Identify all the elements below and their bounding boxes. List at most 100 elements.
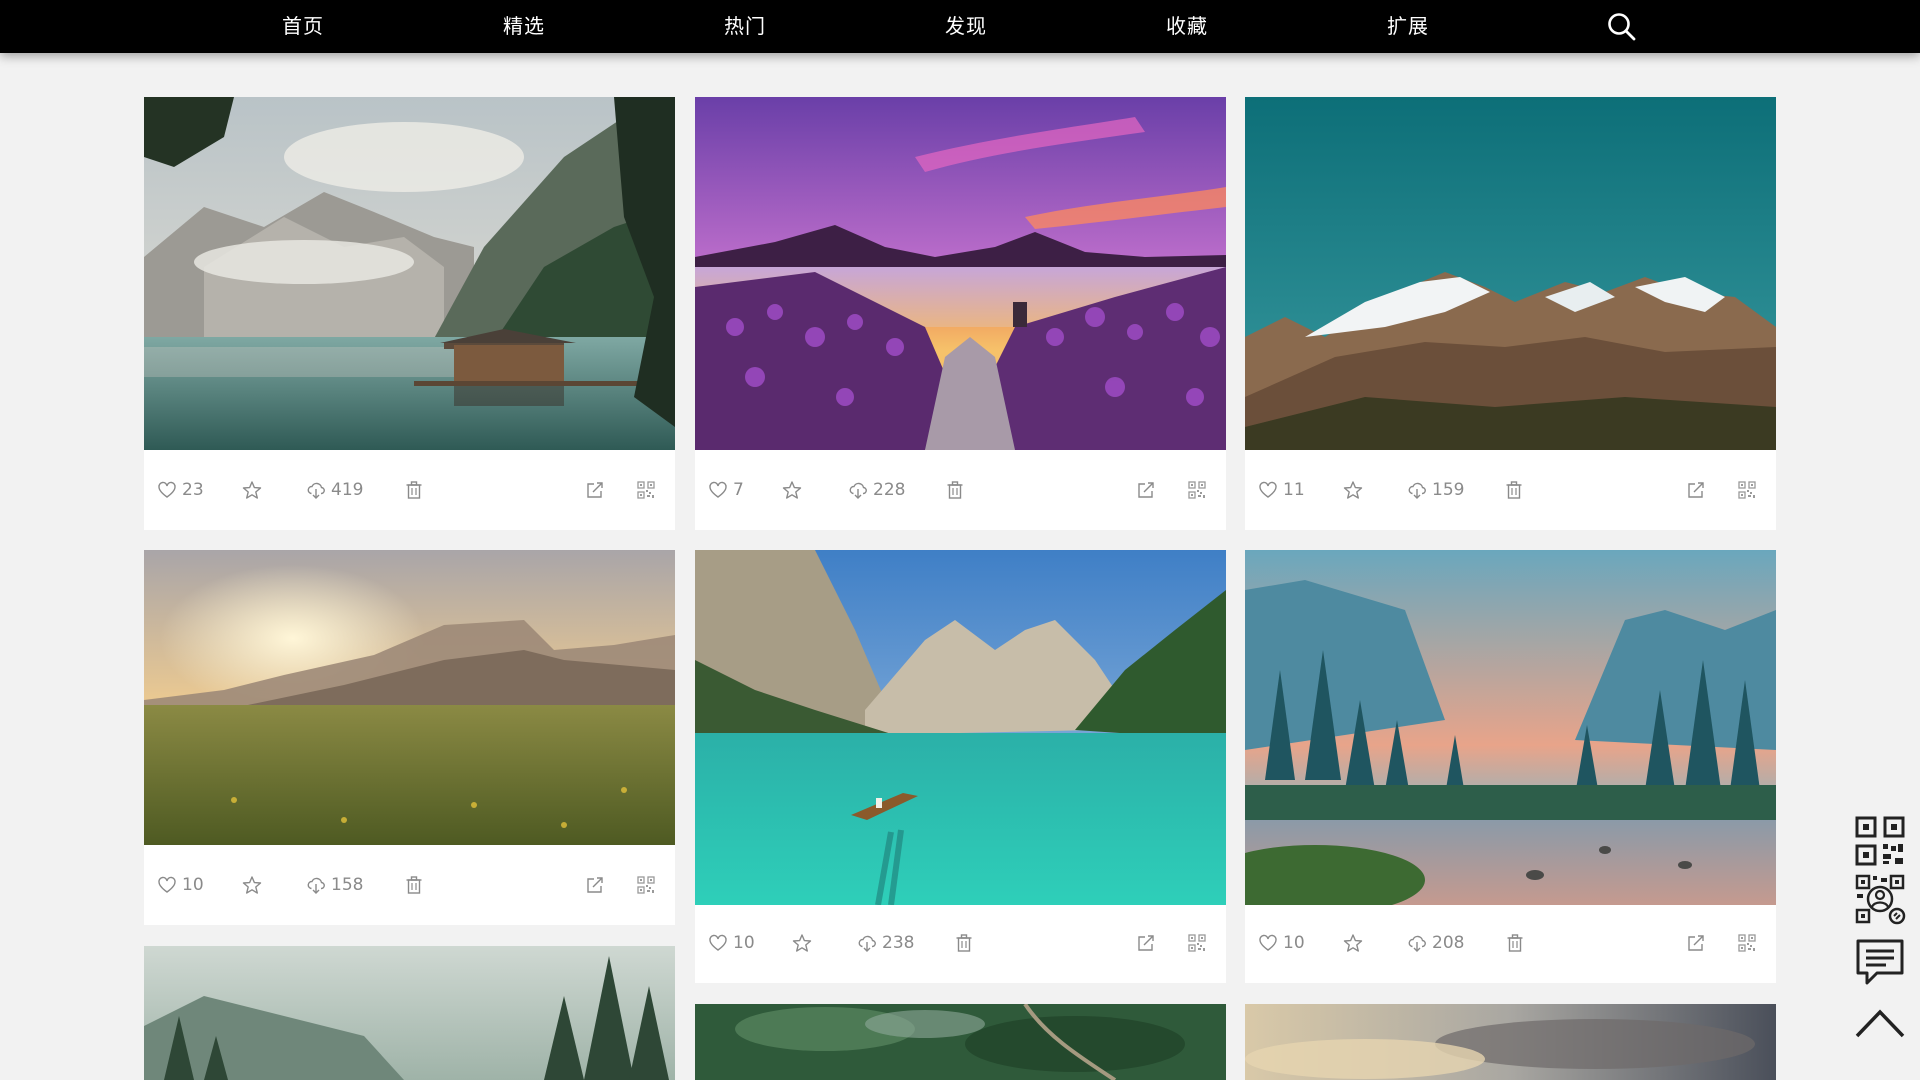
share-button[interactable] (585, 874, 605, 896)
qrcode-icon (1188, 934, 1206, 952)
share-button[interactable] (1686, 479, 1706, 501)
qrcode-icon (1738, 934, 1756, 952)
like-button[interactable]: 10 (708, 932, 755, 954)
like-count: 10 (182, 875, 204, 895)
share-button[interactable] (1136, 932, 1156, 954)
card-actions: 23 419 (144, 450, 675, 530)
card-actions: 7 228 (695, 450, 1226, 530)
qrcode-icon (637, 876, 655, 894)
star-icon (782, 481, 802, 499)
like-count: 10 (1283, 933, 1305, 953)
qrcode-button[interactable] (636, 479, 656, 501)
star-icon (1343, 934, 1363, 952)
download-count: 419 (331, 480, 364, 500)
share-icon (1688, 935, 1704, 951)
photo-lake-boathouse[interactable] (144, 97, 675, 450)
download-count: 158 (331, 875, 364, 895)
trash-icon (947, 481, 963, 499)
photo-card: 10 208 (1245, 550, 1776, 983)
download-button[interactable]: 158 (306, 874, 363, 896)
share-button[interactable] (585, 479, 605, 501)
photo-misty-forest[interactable] (144, 946, 675, 1080)
trash-icon (1507, 934, 1523, 952)
search-icon[interactable] (1606, 11, 1638, 43)
like-button[interactable]: 7 (708, 479, 744, 501)
download-count: 208 (1432, 933, 1465, 953)
download-button[interactable]: 228 (848, 479, 905, 501)
qrcode-button[interactable] (1737, 932, 1757, 954)
star-icon (1343, 481, 1363, 499)
like-button[interactable]: 23 (157, 479, 204, 501)
like-count: 11 (1283, 480, 1305, 500)
photo-card: 11 159 (1245, 97, 1776, 530)
card-actions: 10 238 (695, 903, 1226, 983)
favorite-button[interactable] (242, 479, 262, 501)
cloud-download-icon (1408, 935, 1426, 952)
download-button[interactable]: 419 (306, 479, 363, 501)
nav-item-featured[interactable]: 精选 (464, 0, 584, 53)
favorite-button[interactable] (242, 874, 262, 896)
photo-card (144, 946, 675, 1080)
like-button[interactable]: 10 (1258, 932, 1305, 954)
nav-item-extensions[interactable]: 扩展 (1348, 0, 1468, 53)
share-icon (1688, 482, 1704, 498)
heart-icon (158, 481, 176, 498)
qrcode-icon[interactable] (1853, 814, 1907, 868)
wechat-qrcode-icon[interactable] (1853, 872, 1907, 926)
back-to-top-icon[interactable] (1853, 1000, 1907, 1054)
download-button[interactable]: 238 (857, 932, 914, 954)
share-icon (587, 482, 603, 498)
trash-icon (406, 481, 422, 499)
delete-button[interactable] (945, 479, 965, 501)
nav-item-home[interactable]: 首页 (243, 0, 363, 53)
share-button[interactable] (1136, 479, 1156, 501)
favorite-button[interactable] (782, 479, 802, 501)
cloud-download-icon (307, 877, 325, 894)
like-button[interactable]: 10 (157, 874, 204, 896)
qrcode-button[interactable] (1737, 479, 1757, 501)
like-count: 10 (733, 933, 755, 953)
download-button[interactable]: 159 (1407, 479, 1464, 501)
star-icon (242, 481, 262, 499)
delete-button[interactable] (404, 874, 424, 896)
photo-grass-meadow[interactable] (144, 550, 675, 845)
delete-button[interactable] (954, 932, 974, 954)
photo-forest-aerial[interactable] (695, 1004, 1226, 1080)
download-button[interactable]: 208 (1407, 932, 1464, 954)
qrcode-button[interactable] (1187, 479, 1207, 501)
delete-button[interactable] (404, 479, 424, 501)
nav-item-discover[interactable]: 发现 (906, 0, 1026, 53)
photo-card: 23 419 (144, 97, 675, 530)
delete-button[interactable] (1504, 479, 1524, 501)
share-button[interactable] (1686, 932, 1706, 954)
cloud-download-icon (849, 482, 867, 499)
download-count: 159 (1432, 480, 1465, 500)
photo-cloudy-sunset[interactable] (1245, 1004, 1776, 1080)
qrcode-icon (1738, 481, 1756, 499)
qrcode-icon (637, 481, 655, 499)
heart-icon (709, 481, 727, 498)
photo-turquoise-lake[interactable] (695, 550, 1226, 905)
card-actions: 10 158 (144, 845, 675, 925)
delete-button[interactable] (1505, 932, 1525, 954)
cloud-download-icon (858, 935, 876, 952)
comment-icon[interactable] (1853, 935, 1907, 989)
star-icon (792, 934, 812, 952)
share-icon (1138, 482, 1154, 498)
qrcode-button[interactable] (1187, 932, 1207, 954)
qrcode-icon (1188, 481, 1206, 499)
nav-item-hot[interactable]: 热门 (685, 0, 805, 53)
trash-icon (956, 934, 972, 952)
photo-lavender-sunset[interactable] (695, 97, 1226, 450)
like-button[interactable]: 11 (1258, 479, 1305, 501)
download-count: 238 (882, 933, 915, 953)
photo-snowy-mountain[interactable] (1245, 97, 1776, 450)
like-count: 23 (182, 480, 204, 500)
photo-valley-river[interactable] (1245, 550, 1776, 905)
nav-item-favorites[interactable]: 收藏 (1127, 0, 1247, 53)
qrcode-button[interactable] (636, 874, 656, 896)
favorite-button[interactable] (792, 932, 812, 954)
heart-icon (158, 876, 176, 893)
favorite-button[interactable] (1343, 479, 1363, 501)
favorite-button[interactable] (1343, 932, 1363, 954)
